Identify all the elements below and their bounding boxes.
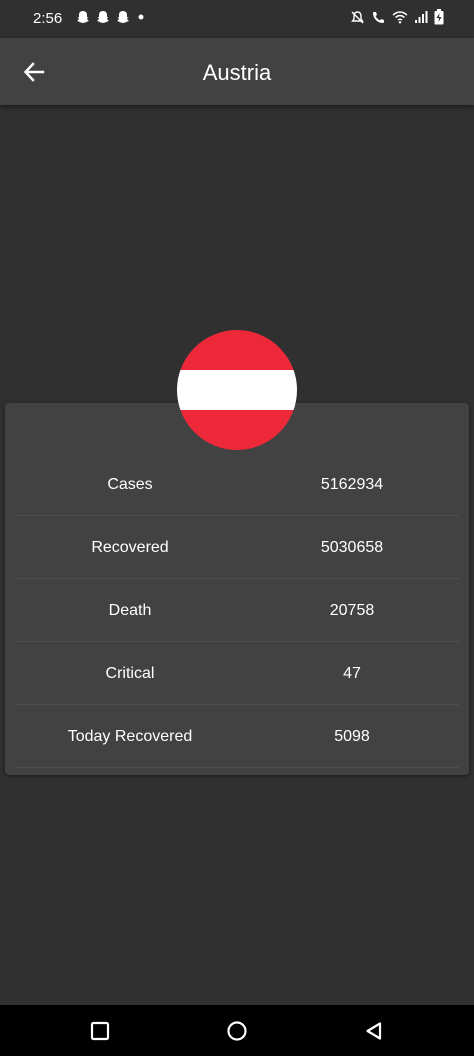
stat-label: Recovered [91, 539, 169, 556]
stat-value: 20758 [329, 602, 375, 619]
country-flag [177, 330, 297, 450]
system-icons [350, 9, 444, 25]
stat-value: 5162934 [320, 476, 384, 493]
wifi-calling-icon [373, 11, 384, 23]
home-button[interactable] [223, 1017, 251, 1045]
home-circle-icon [227, 1021, 247, 1041]
stats-list: Cases 5162934 Recovered 5030658 Death 20… [15, 453, 459, 768]
notification-icons [76, 10, 146, 24]
stat-label: Death [108, 602, 152, 619]
signal-icon [415, 11, 428, 23]
snapchat-icon [117, 11, 129, 23]
system-nav-bar [0, 1005, 474, 1056]
snapchat-icon [77, 11, 89, 23]
stat-row-recovered: Recovered 5030658 [15, 516, 459, 579]
dot-icon [138, 14, 144, 20]
stat-row-cases: Cases 5162934 [15, 453, 459, 516]
status-bar: 2:56 [0, 0, 474, 38]
stat-row-critical: Critical 47 [15, 642, 459, 705]
stat-value: 5098 [334, 728, 370, 745]
stat-label: Critical [105, 665, 155, 682]
stats-card: Cases 5162934 Recovered 5030658 Death 20… [5, 403, 469, 775]
snapchat-icon [97, 11, 109, 23]
recents-square-icon [90, 1021, 110, 1041]
stat-row-death: Death 20758 [15, 579, 459, 642]
recents-button[interactable] [86, 1017, 114, 1045]
status-time: 2:56 [33, 10, 63, 27]
battery-charging-icon [434, 9, 444, 25]
wifi-icon [392, 11, 408, 24]
flag-band-top [177, 330, 297, 370]
app-bar: Austria [0, 38, 474, 105]
stat-value: 47 [343, 665, 361, 682]
flag-band-middle [177, 370, 297, 410]
page-title: Austria [202, 60, 272, 85]
mute-icon [351, 10, 364, 23]
stat-value: 5030658 [320, 539, 384, 556]
stat-label: Cases [107, 476, 153, 493]
back-triangle-icon [366, 1022, 382, 1040]
stat-label: Today Recovered [67, 728, 193, 745]
nav-back-button[interactable] [360, 1017, 388, 1045]
stat-row-today-recovered: Today Recovered 5098 [15, 705, 459, 768]
